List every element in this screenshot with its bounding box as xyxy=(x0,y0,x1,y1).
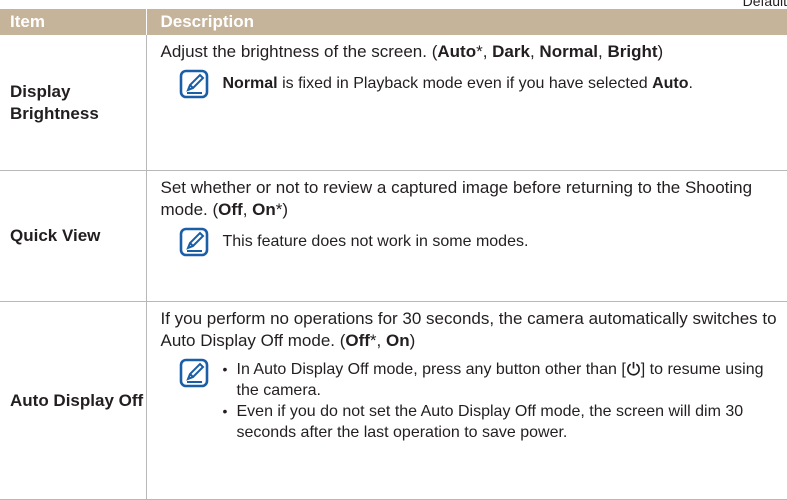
header-item: Item xyxy=(0,9,147,35)
note: Normal is fixed in Playback mode even if… xyxy=(161,69,780,99)
table-row: Auto Display Off If you perform no opera… xyxy=(0,301,787,500)
list-item: Even if you do not set the Auto Display … xyxy=(223,401,780,443)
note-pencil-icon xyxy=(179,358,208,388)
option-off: Off xyxy=(218,200,243,219)
option-bright: Bright xyxy=(607,42,658,61)
option-on: On xyxy=(385,331,410,350)
description-text: Set whether or not to review a captured … xyxy=(161,177,780,221)
text-run: Adjust the brightness of the screen. ( xyxy=(160,42,438,61)
note-bullet-list: In Auto Display Off mode, press any butt… xyxy=(223,359,780,443)
text-run: Normal xyxy=(222,75,278,92)
table-header-row: Item Description xyxy=(0,9,787,35)
note-text: This feature does not work in some modes… xyxy=(222,233,529,250)
row-description: Adjust the brightness of the screen. (Au… xyxy=(146,35,787,171)
option-on: On xyxy=(252,200,276,219)
text-run: ) xyxy=(409,331,416,350)
option-off: Off xyxy=(345,331,370,350)
option-auto: Auto xyxy=(437,42,477,61)
text-run: *, xyxy=(369,331,386,350)
row-item-display-brightness: Display Brightness xyxy=(0,35,147,171)
description-text: Adjust the brightness of the screen. (Au… xyxy=(161,41,780,63)
text-run: , xyxy=(242,200,253,219)
note-text: Normal is fixed in Playback mode even if… xyxy=(223,73,693,94)
note-pencil-icon xyxy=(179,227,208,257)
power-icon xyxy=(626,361,640,376)
row-description: Set whether or not to review a captured … xyxy=(146,170,787,302)
text-run: . xyxy=(688,75,693,92)
row-item-auto-display-off: Auto Display Off xyxy=(0,301,147,500)
table-row: Display Brightness Adjust the brightness… xyxy=(0,35,787,171)
text-run: Auto xyxy=(652,75,689,92)
text-run: *) xyxy=(275,200,289,219)
text-run: ) xyxy=(657,42,664,61)
text-run: In Auto Display Off mode, press any butt… xyxy=(236,361,626,378)
text-run: *, xyxy=(476,42,493,61)
note: This feature does not work in some modes… xyxy=(161,227,780,257)
option-dark: Dark xyxy=(492,42,530,61)
settings-table: Item Description Display Brightness Adju… xyxy=(0,9,787,500)
text-run: If you perform no operations for 30 seco… xyxy=(160,309,777,350)
note-pencil-icon xyxy=(179,69,208,99)
list-item: In Auto Display Off mode, press any butt… xyxy=(223,359,780,401)
description-text: If you perform no operations for 30 seco… xyxy=(161,308,780,352)
row-item-quick-view: Quick View xyxy=(0,170,147,302)
table-row: Quick View Set whether or not to review … xyxy=(0,170,787,302)
note: In Auto Display Off mode, press any butt… xyxy=(161,358,780,443)
text-run: is fixed in Playback mode even if you ha… xyxy=(277,75,653,92)
row-description: If you perform no operations for 30 seco… xyxy=(146,301,787,500)
text-run: , xyxy=(529,42,540,61)
default-label: Default xyxy=(742,0,787,9)
option-normal: Normal xyxy=(539,42,598,61)
header-description: Description xyxy=(146,9,787,35)
